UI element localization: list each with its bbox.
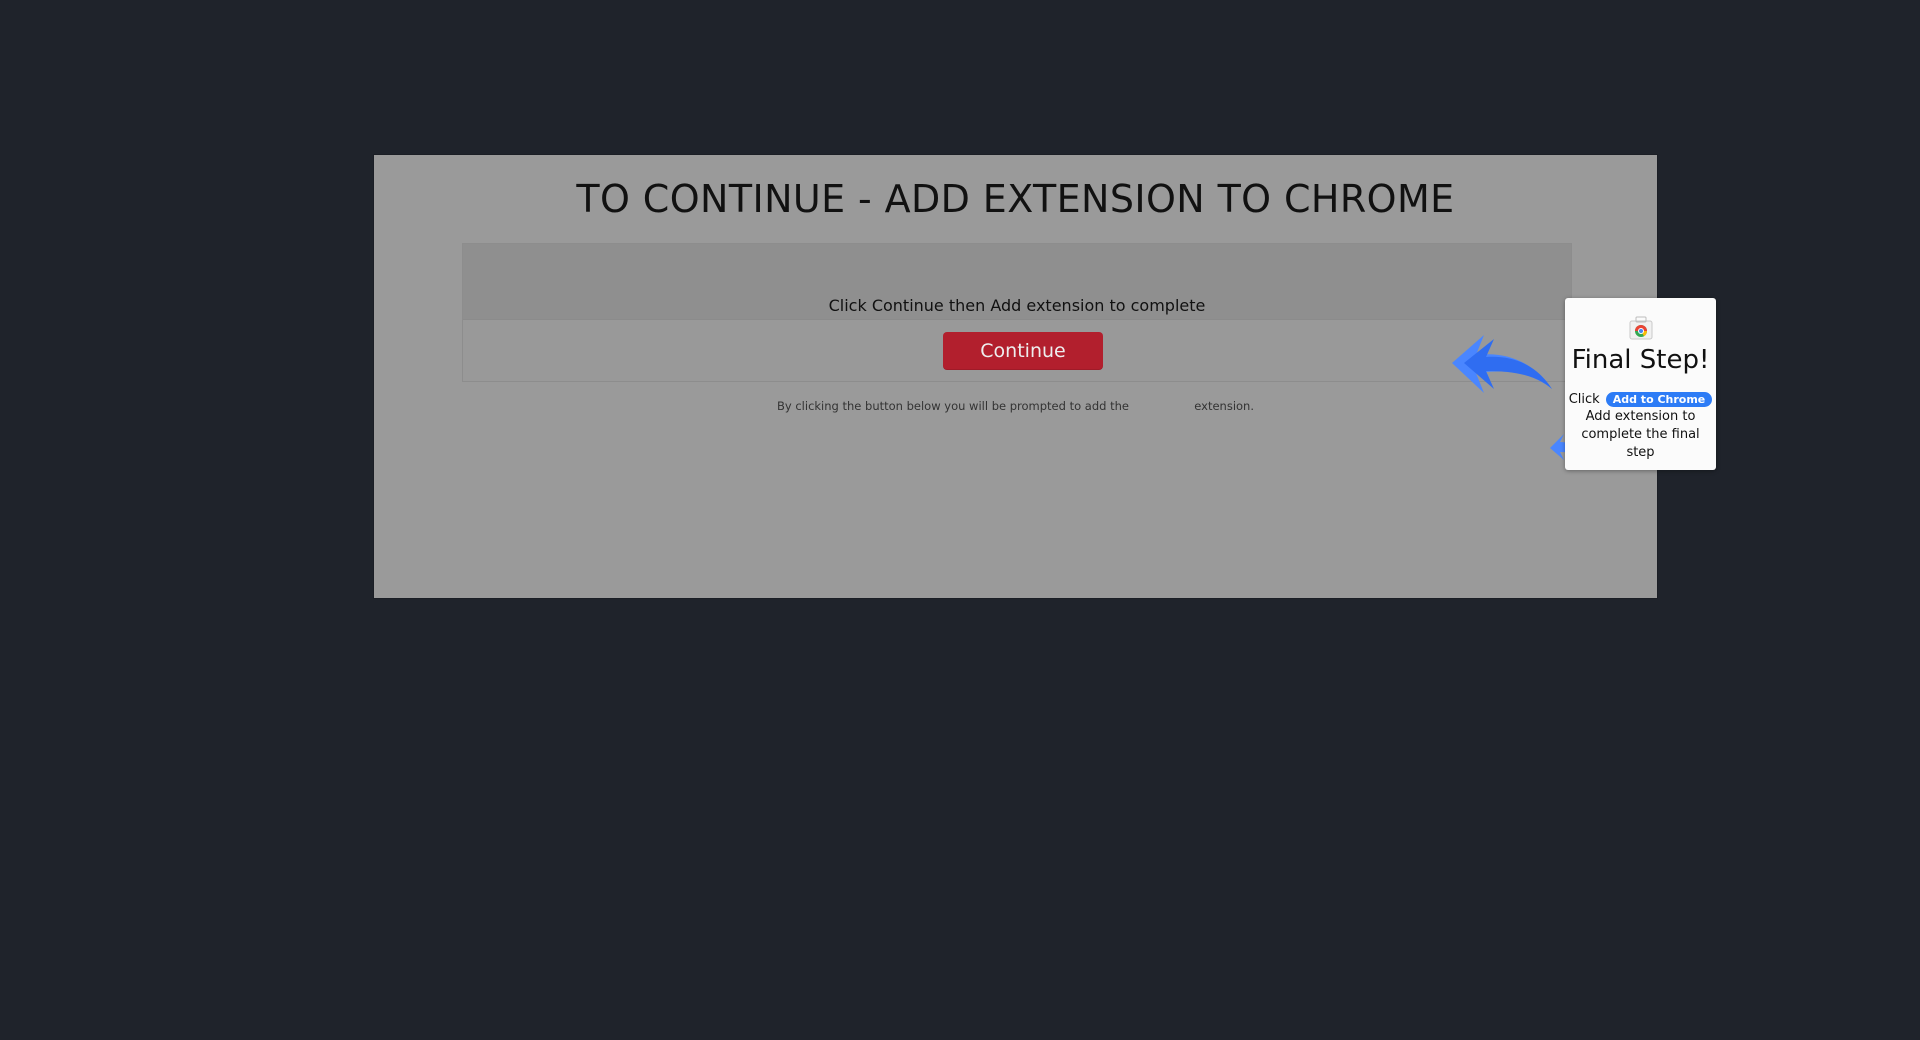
disclaimer-text: By clicking the button below you will be… [374, 399, 1657, 413]
disclaimer-text-after: extension. [1194, 399, 1254, 413]
popup-detail-text: Add extension to complete the final step [1581, 409, 1700, 460]
chrome-webstore-icon [1629, 316, 1653, 340]
popup-click-row: Click Add to Chrome [1565, 392, 1716, 407]
page-title: TO CONTINUE - ADD EXTENSION TO CHROME [576, 177, 1455, 221]
popup-title: Final Step! [1571, 345, 1710, 375]
disclaimer-text-before: By clicking the button below you will be… [777, 399, 1129, 413]
continue-button[interactable]: Continue [943, 332, 1103, 370]
final-step-popup: Final Step! Click Add to Chrome Add exte… [1565, 298, 1716, 470]
popup-click-label: Click [1568, 392, 1600, 407]
back-arrow-icon [1452, 335, 1552, 393]
card-instruction: Click Continue then Add extension to com… [828, 296, 1206, 315]
add-to-chrome-button[interactable]: Add to Chrome [1605, 392, 1713, 407]
instruction-card: Click Continue then Add extension to com… [462, 243, 1572, 382]
